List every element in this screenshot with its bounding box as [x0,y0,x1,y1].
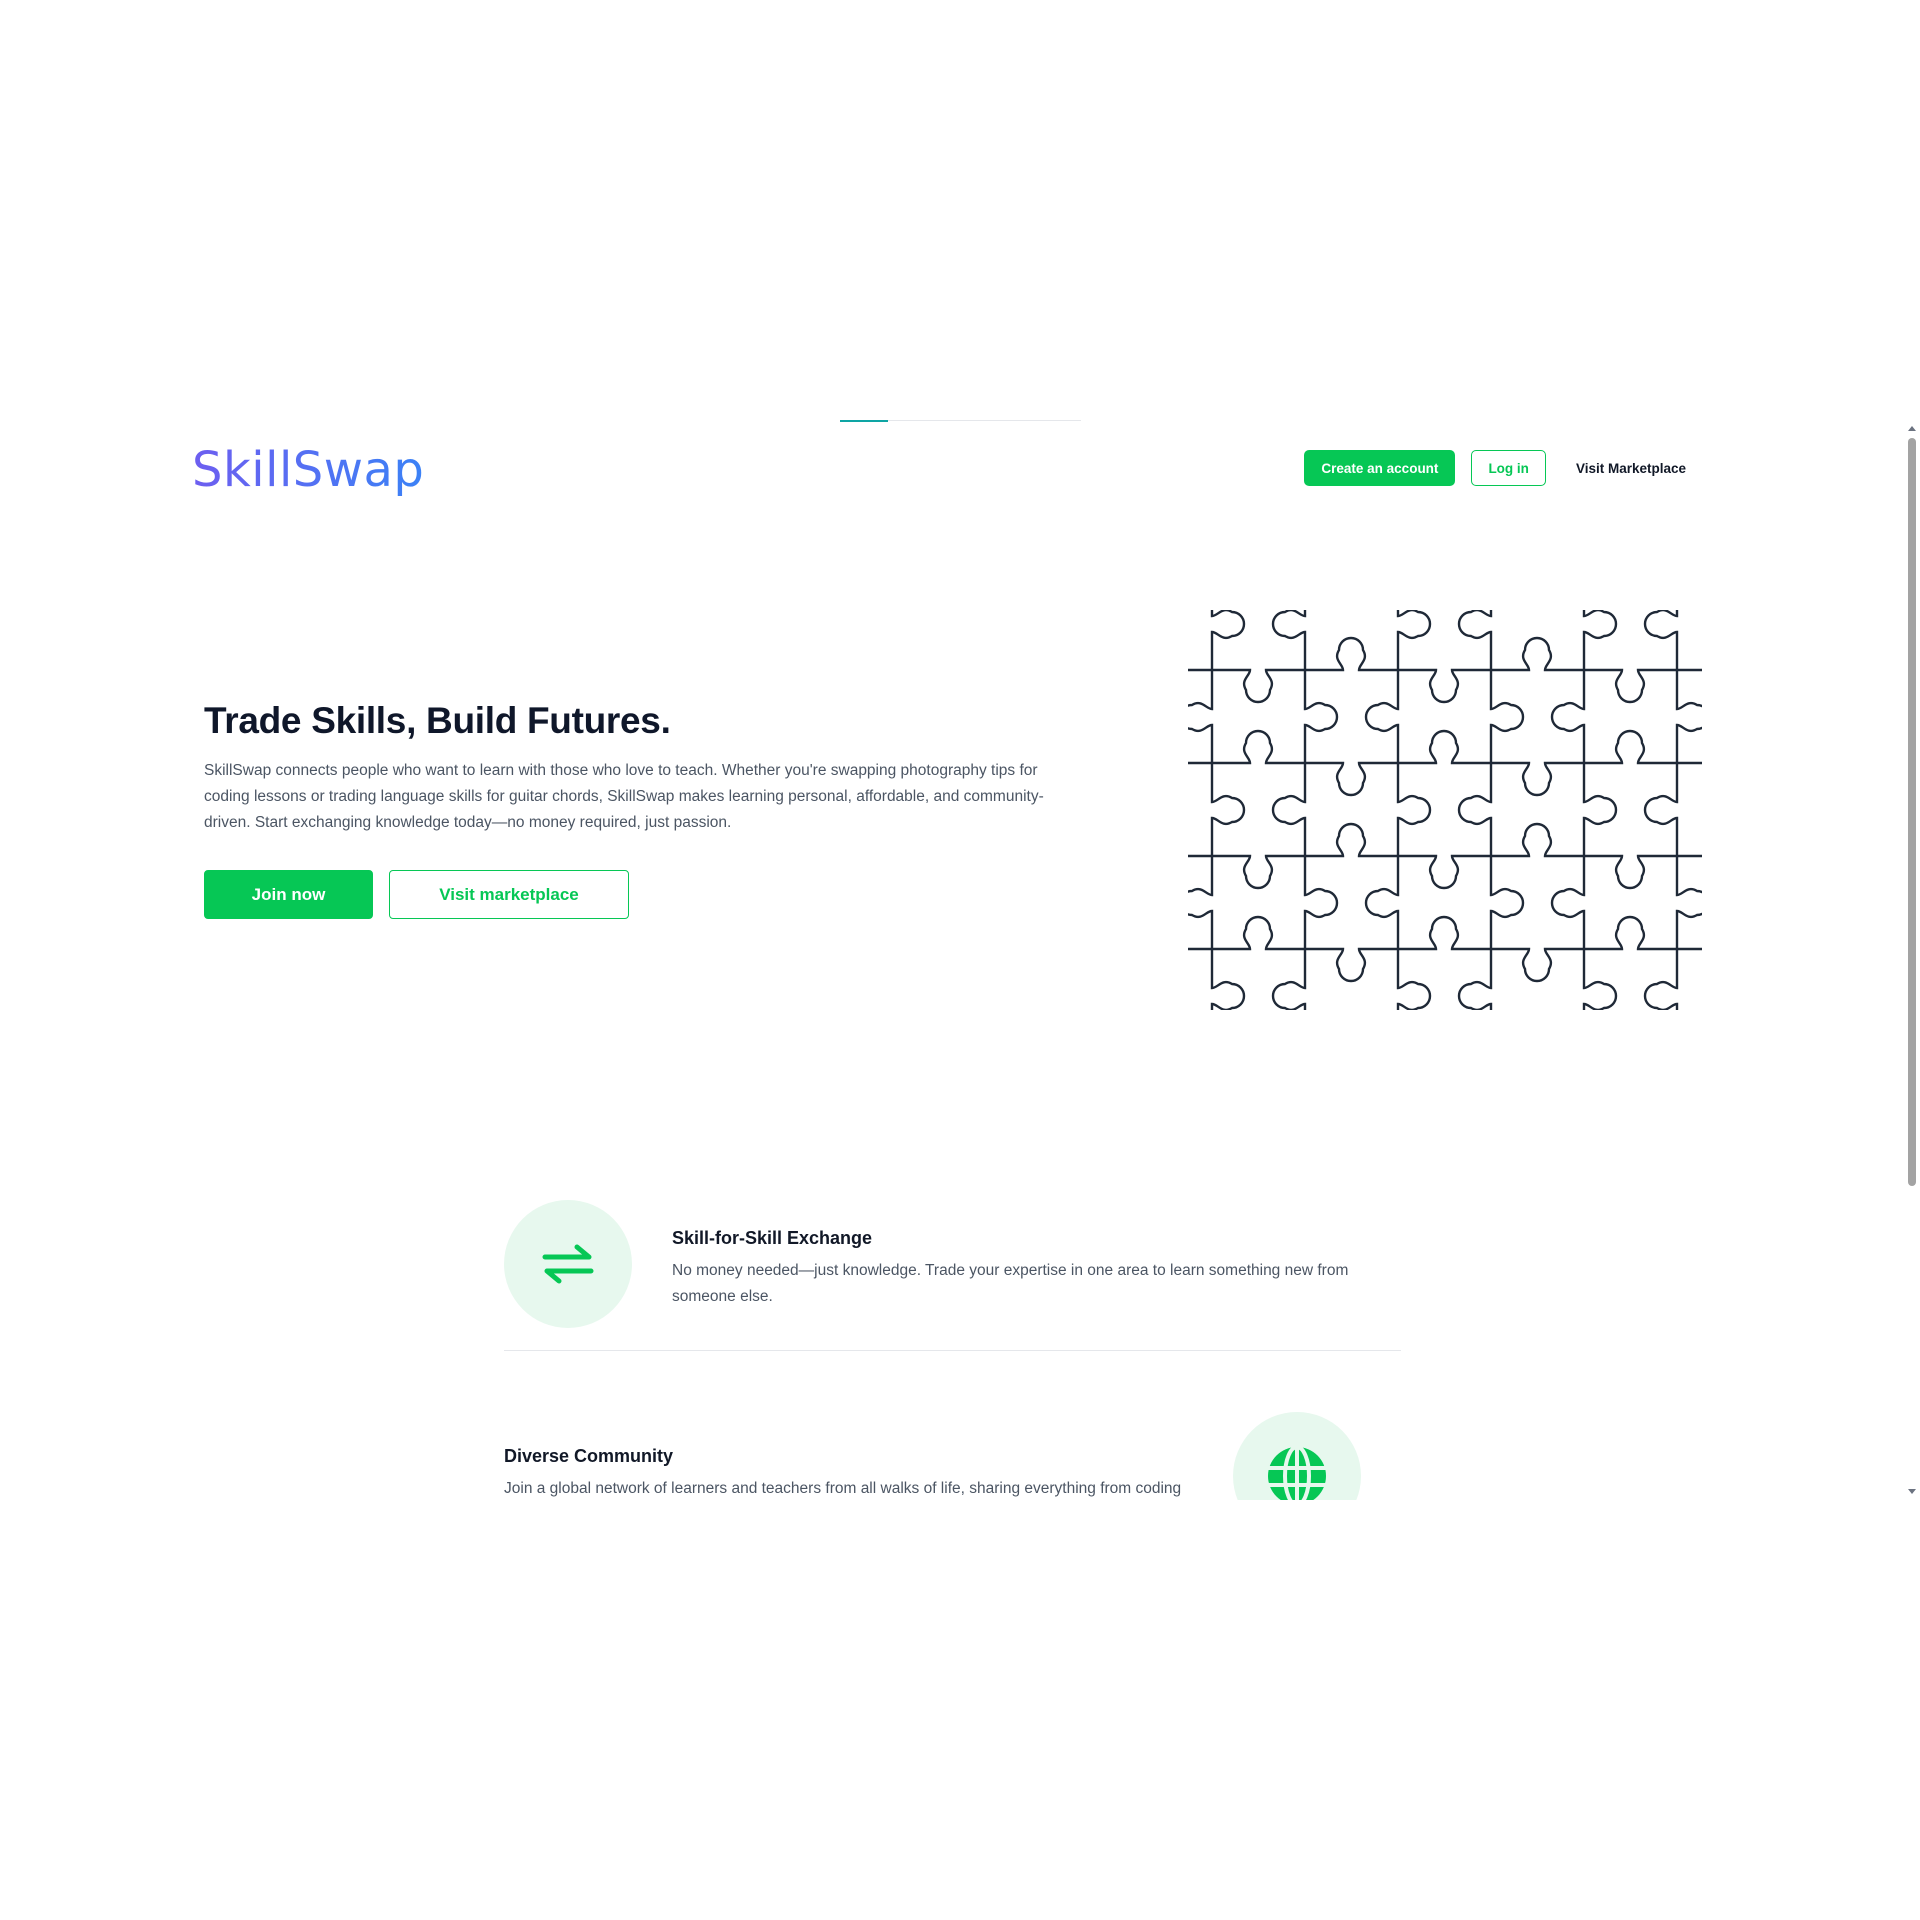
feature-diverse-community: Diverse Community Join a global network … [504,1412,1401,1500]
scroll-progress-track [840,420,1081,422]
hero-actions: Join now Visit marketplace [204,870,1084,919]
hero-section: Trade Skills, Build Futures. SkillSwap c… [204,700,1084,919]
scroll-up-arrow-icon[interactable] [1908,426,1916,431]
hero-title: Trade Skills, Build Futures. [204,700,671,741]
feature-description: No money needed—just knowledge. Trade yo… [672,1262,1349,1305]
feature-title: Skill-for-Skill Exchange [672,1228,873,1248]
feature-title: Diverse Community [504,1446,674,1466]
visit-marketplace-link[interactable]: Visit Marketplace [1562,461,1700,476]
create-account-button[interactable]: Create an account [1304,450,1456,486]
scrollbar-thumb[interactable] [1908,438,1916,1186]
visit-marketplace-button[interactable]: Visit marketplace [389,870,629,919]
globe-icon [1268,1445,1326,1500]
header-nav: Create an account Log in Visit Marketpla… [1304,450,1700,486]
puzzle-pattern-icon [1188,610,1702,1010]
feature-description: Join a global network of learners and te… [504,1480,1182,1497]
scroll-progress-fill [840,420,888,422]
feature-skill-exchange: Skill-for-Skill Exchange No money needed… [504,1200,1401,1351]
page-viewport: SkillSwap Create an account Log in Visit… [0,420,1920,1500]
join-now-button[interactable]: Join now [204,870,373,919]
feature-icon-circle [1233,1412,1361,1500]
feature-icon-circle [504,1200,632,1328]
scroll-down-arrow-icon[interactable] [1908,1489,1916,1494]
vertical-scrollbar[interactable] [1906,420,1918,1500]
site-logo[interactable]: SkillSwap [192,442,424,498]
log-in-button[interactable]: Log in [1471,450,1546,486]
exchange-arrows-icon [542,1244,594,1284]
hero-description: SkillSwap connects people who want to le… [204,762,1044,831]
